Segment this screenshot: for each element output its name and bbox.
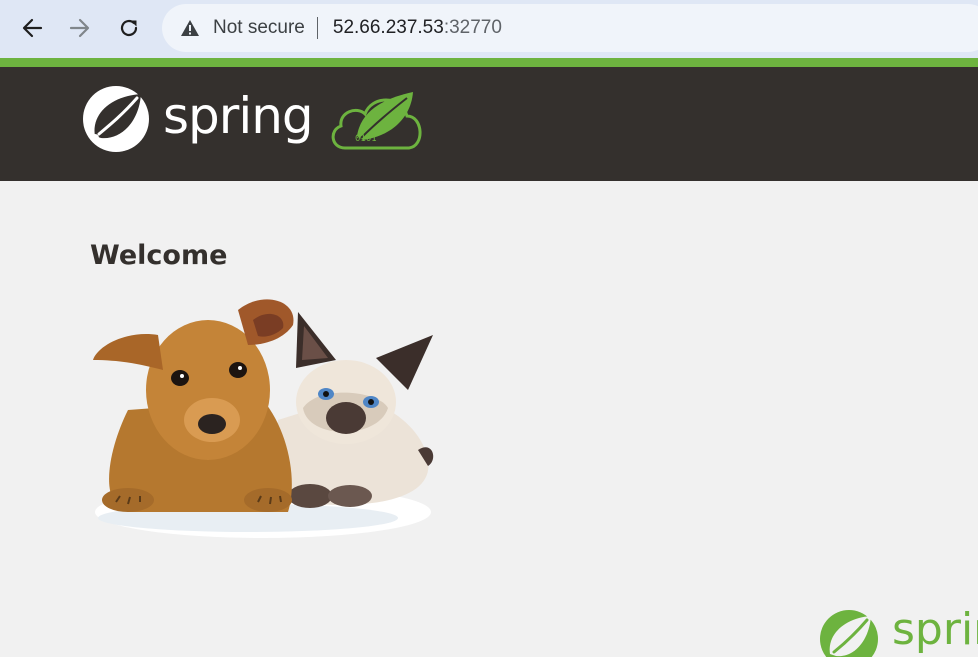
- security-status-label[interactable]: Not secure: [213, 17, 305, 39]
- reload-button[interactable]: [111, 10, 147, 46]
- forward-button[interactable]: [62, 10, 98, 46]
- cloud-digits: 0101: [355, 134, 377, 144]
- spring-brand-text: spring: [163, 87, 314, 145]
- browser-toolbar: Not secure 52.66.237.53:32770: [0, 0, 978, 58]
- pets-image: [93, 299, 434, 538]
- arrow-right-icon: [69, 18, 90, 38]
- url-host: 52.66.237.53: [332, 17, 444, 38]
- spring-logo-link[interactable]: spring 0101: [81, 84, 426, 154]
- url-text[interactable]: 52.66.237.53:32770: [333, 17, 502, 39]
- url-port: :32770: [443, 17, 502, 38]
- address-bar[interactable]: Not secure 52.66.237.53:32770: [162, 4, 978, 52]
- cloud-leaf-icon: 0101: [331, 92, 422, 150]
- spring-leaf-icon: [820, 610, 878, 657]
- back-button[interactable]: [14, 10, 50, 46]
- accent-stripe: [0, 58, 978, 67]
- warning-triangle-icon[interactable]: [180, 18, 200, 38]
- spring-leaf-icon: [83, 86, 149, 152]
- arrow-left-icon: [22, 18, 43, 38]
- site-header: spring 0101: [0, 67, 978, 181]
- footer-brand-text: spring: [892, 604, 978, 655]
- footer-spring-logo: spring: [818, 604, 978, 657]
- page-title: Welcome: [90, 240, 228, 271]
- reload-icon: [120, 19, 138, 37]
- url-divider: [316, 17, 318, 39]
